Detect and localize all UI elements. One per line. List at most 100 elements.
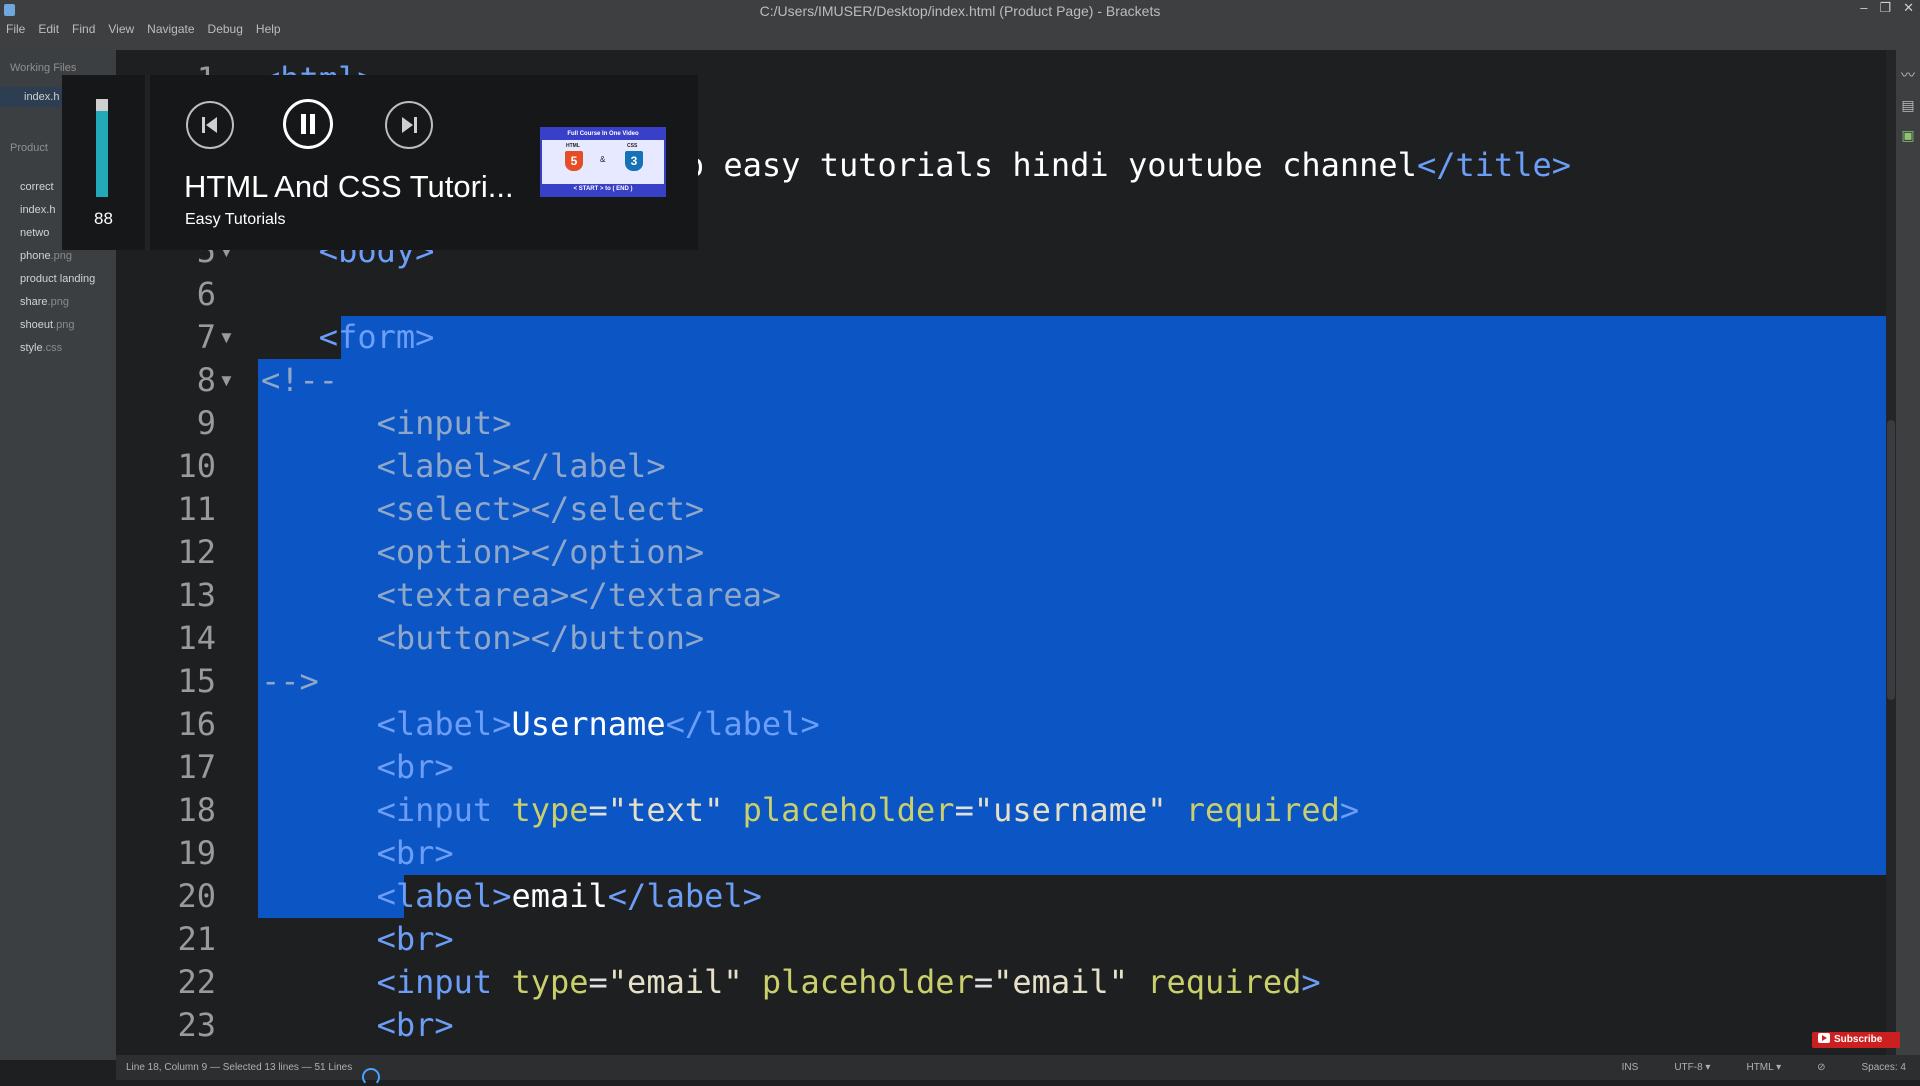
youtube-play-icon (1818, 1033, 1830, 1043)
code-text: <input> (261, 404, 512, 442)
skip-back-icon (202, 117, 217, 133)
skip-forward-icon (402, 117, 417, 133)
line-number: 18 (177, 791, 216, 829)
line-number: 22 (177, 963, 216, 1001)
right-toolbar: 〰 ▤ ▣ (1896, 50, 1920, 1055)
code-line[interactable]: 23 <br> (116, 1004, 1886, 1047)
working-files-header: Working Files (10, 62, 77, 74)
code-line[interactable]: 8 ▼ <!-- (116, 359, 1886, 402)
code-line[interactable]: 20 <label>email</label> (116, 875, 1886, 918)
thumbnail-heading: Full Course In One Video (542, 129, 664, 140)
window-controls: – ❐ ✕ (1860, 0, 1914, 16)
next-track-button[interactable] (385, 101, 433, 149)
thumbnail-amp: & (600, 155, 606, 164)
code-text: <form> (318, 318, 435, 356)
busy-spinner-icon (362, 1068, 380, 1086)
menu-help[interactable]: Help (256, 22, 281, 36)
status-bar: Line 18, Column 9 — Selected 13 lines — … (116, 1055, 1920, 1086)
code-line[interactable]: 16 <label>Username</label> (116, 703, 1886, 746)
line-number: 13 (177, 576, 216, 614)
code-line[interactable]: 22 <input type="email" placeholder="emai… (116, 961, 1886, 1004)
line-number: 17 (177, 748, 216, 786)
file-item[interactable]: shoeut.png (20, 314, 95, 337)
volume-level (96, 110, 108, 197)
extension-manager-icon[interactable]: ▤ (1900, 98, 1916, 112)
code-line[interactable]: 12 <option></option> (116, 531, 1886, 574)
code-line[interactable]: 9 <input> (116, 402, 1886, 445)
code-text: <option></option> (261, 533, 705, 571)
window-title: C:/Users/IMUSER/Desktop/index.html (Prod… (759, 3, 1161, 19)
code-text: <label></label> (261, 447, 666, 485)
video-thumbnail[interactable]: Full Course In One Video HTML CSS 5 & 3 … (540, 127, 666, 197)
code-line[interactable]: 19 <br> (116, 832, 1886, 875)
language-select[interactable]: HTML ▾ (1746, 1062, 1781, 1073)
menu-edit[interactable]: Edit (38, 22, 59, 36)
code-line[interactable]: 7 ▼ <form> (116, 316, 1886, 359)
line-number: 6 (196, 275, 216, 313)
track-title: HTML And CSS Tutori... (184, 169, 514, 204)
code-line[interactable]: 17 <br> (116, 746, 1886, 789)
code-text: <br> (376, 920, 454, 958)
code-text: --> (261, 662, 319, 700)
thumbnail-html-label: HTML (566, 143, 580, 149)
indent-setting[interactable]: Spaces: 4 (1862, 1062, 1906, 1073)
line-number: 8 (196, 361, 216, 399)
code-line[interactable]: 15 --> (116, 660, 1886, 703)
fold-arrow-icon[interactable]: ▼ (218, 359, 235, 402)
line-number: 12 (177, 533, 216, 571)
insert-mode[interactable]: INS (1622, 1062, 1639, 1073)
code-line[interactable]: 6 (116, 273, 1886, 316)
project-header[interactable]: Product (10, 142, 48, 154)
live-preview-icon[interactable]: 〰 (1900, 68, 1916, 82)
menu-view[interactable]: View (108, 22, 134, 36)
thumbnail-css-label: CSS (627, 143, 638, 149)
code-line[interactable]: 13 <textarea></textarea> (116, 574, 1886, 617)
code-line[interactable]: 18 <input type="text" placeholder="usern… (116, 789, 1886, 832)
code-line[interactable]: 14 <button></button> (116, 617, 1886, 660)
menu-bar: File Edit Find View Navigate Debug Help (6, 22, 281, 36)
line-number: 14 (177, 619, 216, 657)
volume-value: 88 (94, 209, 113, 228)
code-text: <br> (376, 748, 454, 786)
code-text: <input type="email" placeholder="email" … (376, 963, 1321, 1001)
encoding-select[interactable]: UTF-8 ▾ (1674, 1062, 1710, 1073)
pause-button[interactable] (283, 99, 333, 149)
code-line[interactable]: 11 <select></select> (116, 488, 1886, 531)
code-text: <button></button> (261, 619, 705, 657)
css3-logo-icon: 3 (625, 151, 643, 171)
title-bar: C:/Users/IMUSER/Desktop/index.html (Prod… (0, 0, 1920, 50)
file-item[interactable]: share.png (20, 291, 95, 314)
scrollbar-thumb[interactable] (1887, 420, 1895, 700)
close-button[interactable]: ✕ (1903, 0, 1914, 16)
pause-icon (301, 114, 315, 134)
file-item[interactable]: product landing (20, 268, 95, 291)
working-file-item[interactable]: index.h (24, 91, 59, 103)
subscribe-button[interactable]: Subscribe (1812, 1032, 1900, 1048)
line-number: 11 (177, 490, 216, 528)
plugin-icon[interactable]: ▣ (1900, 128, 1916, 142)
line-number: 7 (196, 318, 216, 356)
linter-icon[interactable]: ⊘ (1817, 1062, 1825, 1073)
fold-arrow-icon[interactable]: ▼ (218, 316, 235, 359)
volume-slider[interactable] (96, 99, 108, 197)
code-text: <label>email</label> (376, 877, 762, 915)
html5-logo-icon: 5 (565, 151, 583, 171)
menu-find[interactable]: Find (72, 22, 95, 36)
code-line[interactable]: 21 <br> (116, 918, 1886, 961)
minimize-button[interactable]: – (1860, 0, 1867, 16)
menu-debug[interactable]: Debug (208, 22, 243, 36)
maximize-button[interactable]: ❐ (1879, 0, 1891, 16)
cursor-position: Line 18, Column 9 — Selected 13 lines — … (126, 1062, 353, 1073)
code-text: <input type="text" placeholder="username… (376, 791, 1360, 829)
line-number: 21 (177, 920, 216, 958)
previous-track-button[interactable] (186, 101, 234, 149)
line-number: 20 (177, 877, 216, 915)
code-text: <br> (376, 834, 454, 872)
volume-panel: 88 (62, 75, 150, 250)
menu-navigate[interactable]: Navigate (147, 22, 194, 36)
code-text: <textarea></textarea> (261, 576, 782, 614)
file-item[interactable]: style.css (20, 337, 95, 360)
thumbnail-footer: < START > to ( END ) (542, 184, 664, 195)
menu-file[interactable]: File (6, 22, 25, 36)
code-line[interactable]: 10 <label></label> (116, 445, 1886, 488)
